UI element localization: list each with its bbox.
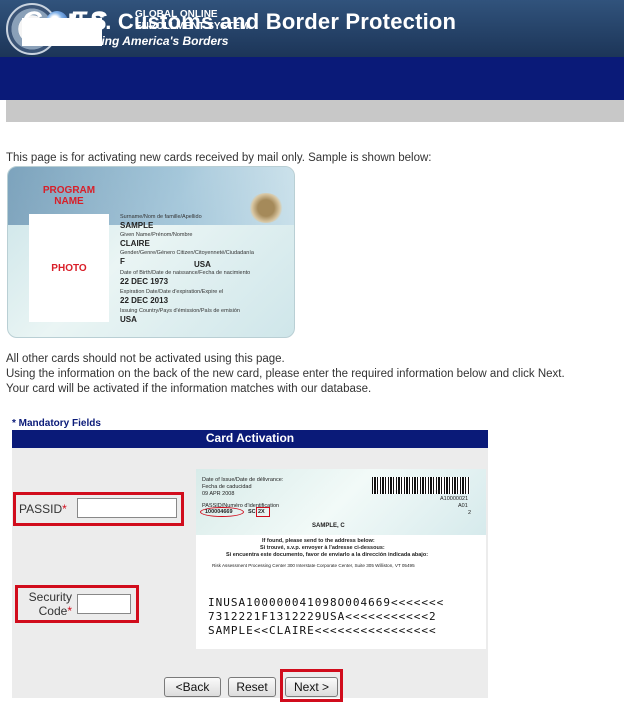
found-line-3: Si encuentra este documento, favor de en… [226,552,429,558]
system-name: GLOBAL ONLINE ENROLLMENT SYSTEM [135,9,295,33]
found-line-1: If found, please send to the address bel… [262,538,375,544]
issue-date-label: Date of Issue/Date de délivrance: [202,477,284,483]
given-name-label: Given Name/Prénom/Nombre [120,232,193,238]
expiration-value: 22 DEC 2013 [120,296,169,305]
photo-label: PHOTO [51,263,87,274]
issue-date-value: 09 APR 2008 [202,491,235,497]
found-line-2: Si trouvé, s.v.p. envoyer à l'adresse ci… [260,545,385,551]
expiration-label: Expiration Date/Date d'expiration/Expire… [120,289,224,295]
next-highlight-box [280,669,343,702]
hologram-icon [248,193,284,223]
back-right-class: A01 [458,503,468,509]
note-line-2: Using the information on the back of the… [6,368,565,380]
dob-value: 22 DEC 1973 [120,277,169,286]
barcode-icon [372,477,470,494]
surname-value: SAMPLE [120,221,154,230]
issuing-country-label: Issuing Country/Pays d'émission/País de … [120,308,240,314]
system-name-line2: ENROLLMENT SYSTEM [135,21,249,32]
mrz-line-1: INUSA100000041098O004669<<<<<<< [208,596,445,609]
gender-value: F [120,257,125,266]
program-box [22,18,102,46]
mrz-line-2: 7312221F1312229USA<<<<<<<<<<<2 [208,610,437,623]
surname-label: Surname/Nom de famille/Apellido [120,214,202,220]
back-button[interactable]: <Back [164,677,221,697]
issuing-country-value: USA [120,315,137,324]
nav-bar [6,100,624,122]
passid-highlight-box [13,492,184,526]
goes-banner [0,57,624,100]
note-line-1: All other cards should not be activated … [6,353,285,365]
citizen-value: USA [194,260,211,269]
intro-text: This page is for activating new cards re… [6,152,432,164]
back-passid-value: 100004669 [205,509,233,515]
back-right-num: 2 [468,510,472,516]
given-name-value: CLAIRE [120,239,150,248]
system-name-line1: GLOBAL ONLINE [135,9,218,20]
mandatory-fields-note: * Mandatory Fields [12,418,101,429]
note-line-3: Your card will be activated if the infor… [6,383,372,395]
back-sc-value: 2X [258,509,265,515]
dob-label: Date of Birth/Date de naissance/Fecha de… [120,270,251,276]
mrz-line-3: SAMPLE<<CLAIRE<<<<<<<<<<<<<<<< [208,624,437,637]
back-name-value: SAMPLE, C [312,523,345,529]
back-sc-label: SC [248,509,256,515]
issue-date-label-es: Fecha de caducidad [202,484,252,490]
address-line: Risk Assessment Processing Center 300 In… [212,563,415,568]
back-right-code: A10000021 [440,496,469,502]
program-name-label: PROGRAM NAME [42,185,96,207]
reset-button[interactable]: Reset [228,677,276,697]
panel-title: Card Activation [205,431,295,445]
security-code-highlight-box [15,585,139,623]
gender-citizen-label: Gender/Genre/Género Citizen/Citoyenneté/… [120,250,254,256]
